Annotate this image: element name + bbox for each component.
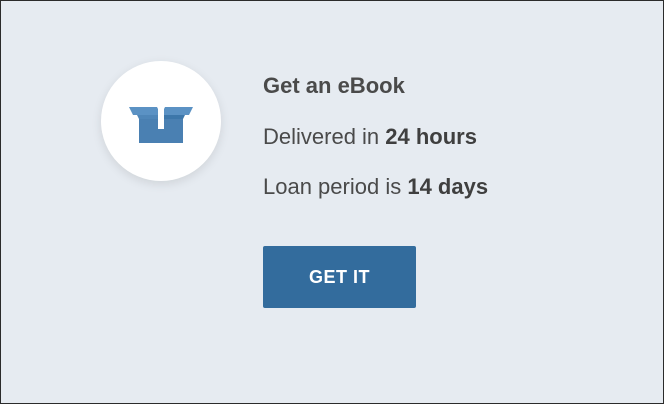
delivery-prefix: Delivered in xyxy=(263,124,386,149)
open-box-icon xyxy=(129,93,193,143)
delivery-time: 24 hours xyxy=(385,124,477,149)
offer-title: Get an eBook xyxy=(263,73,405,98)
delivery-info: Delivered in 24 hours xyxy=(263,124,477,150)
icon-badge xyxy=(101,61,221,181)
loan-period: 14 days xyxy=(407,174,489,199)
loan-period-info: Loan period is 14 days xyxy=(263,174,488,200)
get-it-button[interactable]: GET IT xyxy=(263,246,416,308)
ebook-offer-card: Get an eBook Delivered in 24 hours Loan … xyxy=(0,0,664,404)
loan-prefix: Loan period is xyxy=(263,174,408,199)
